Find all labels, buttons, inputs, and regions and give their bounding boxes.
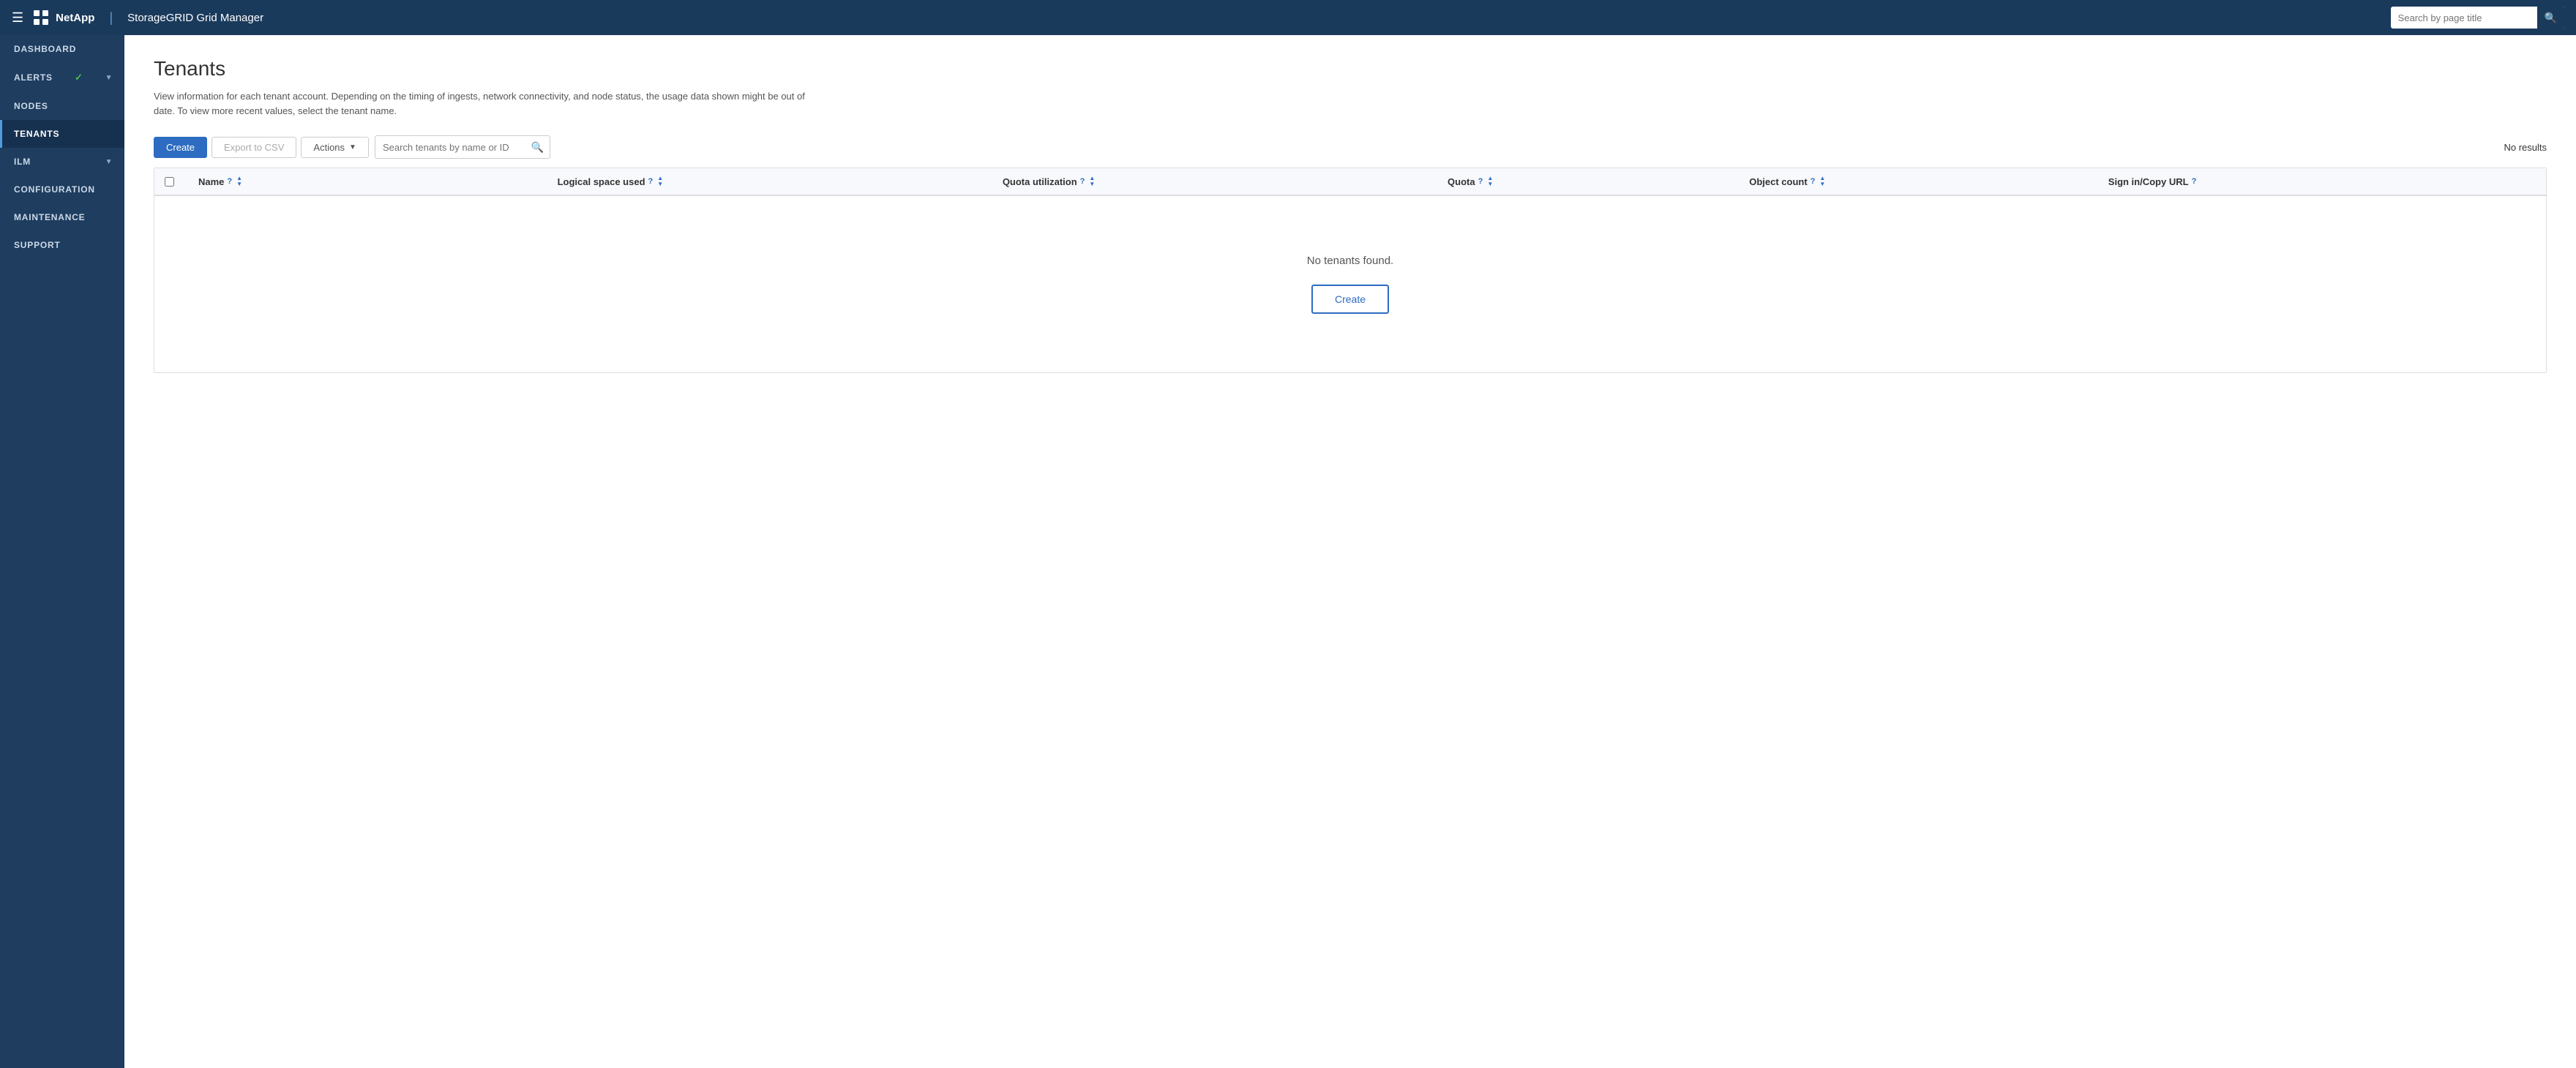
sort-down-icon: ▼ — [1819, 181, 1825, 187]
netapp-logo-icon — [32, 9, 50, 26]
page-description: View information for each tenant account… — [154, 89, 812, 118]
th-sign-in-url-label: Sign in/Copy URL — [2108, 176, 2189, 187]
navbar: ☰ NetApp | StorageGRID Grid Manager 🔍 — [0, 0, 2576, 35]
th-logical-space-label: Logical space used — [558, 176, 645, 187]
th-quota-sort[interactable]: ▲ ▼ — [1487, 176, 1493, 187]
sidebar-item-configuration[interactable]: CONFIGURATION — [0, 176, 124, 203]
th-checkbox — [154, 177, 191, 187]
layout: DASHBOARD ALERTS ✓ ▼ NODES TENANTS ILM ▼… — [0, 35, 2576, 1068]
sidebar-item-ilm[interactable]: ILM ▼ — [0, 148, 124, 176]
th-quota-utilization: Quota utilization ? ▲ ▼ — [995, 176, 1440, 187]
nav-app-title: StorageGRID Grid Manager — [127, 12, 263, 24]
toolbar: Create Export to CSV Actions ▼ 🔍 No resu… — [154, 135, 2547, 168]
ilm-chevron-icon: ▼ — [105, 158, 113, 166]
sidebar: DASHBOARD ALERTS ✓ ▼ NODES TENANTS ILM ▼… — [0, 35, 124, 1068]
sidebar-item-maintenance[interactable]: MAINTENANCE — [0, 203, 124, 231]
sidebar-item-dashboard[interactable]: DASHBOARD — [0, 35, 124, 63]
sidebar-item-support[interactable]: SUPPORT — [0, 231, 124, 259]
export-csv-button[interactable]: Export to CSV — [211, 137, 296, 158]
sort-down-icon: ▼ — [657, 181, 663, 187]
th-quota-label: Quota — [1448, 176, 1475, 187]
th-name: Name ? ▲ ▼ — [191, 176, 550, 187]
th-logical-space: Logical space used ? ▲ ▼ — [550, 176, 995, 187]
th-quota: Quota ? ▲ ▼ — [1440, 176, 1742, 187]
th-object-count-label: Object count — [1749, 176, 1807, 187]
th-quota-utilization-label: Quota utilization — [1003, 176, 1077, 187]
sort-down-icon: ▼ — [1089, 181, 1095, 187]
sort-down-icon: ▼ — [1487, 181, 1493, 187]
alerts-chevron-icon: ▼ — [105, 74, 113, 82]
th-object-count-info-icon[interactable]: ? — [1811, 177, 1816, 186]
th-sign-in-url-info-icon[interactable]: ? — [2192, 177, 2197, 186]
main-content: Tenants View information for each tenant… — [124, 35, 2576, 1068]
navbar-left: ☰ NetApp | StorageGRID Grid Manager — [12, 9, 263, 26]
actions-button[interactable]: Actions ▼ — [301, 137, 369, 158]
create-button[interactable]: Create — [154, 137, 207, 158]
table-header: Name ? ▲ ▼ Logical space used ? ▲ ▼ — [154, 168, 2546, 196]
empty-state-message: No tenants found. — [1307, 255, 1393, 267]
page-title: Tenants — [154, 57, 2547, 80]
th-object-count-sort[interactable]: ▲ ▼ — [1819, 176, 1825, 187]
alerts-status-icon: ✓ — [75, 72, 83, 83]
sidebar-item-alerts[interactable]: ALERTS ✓ ▼ — [0, 63, 124, 92]
search-tenants-box: 🔍 — [375, 135, 550, 159]
th-name-info-icon[interactable]: ? — [227, 177, 232, 186]
sort-down-icon: ▼ — [236, 181, 242, 187]
th-quota-utilization-info-icon[interactable]: ? — [1080, 177, 1085, 186]
empty-state: No tenants found. Create — [154, 196, 2546, 372]
th-logical-space-info-icon[interactable]: ? — [648, 177, 654, 186]
th-name-sort[interactable]: ▲ ▼ — [236, 176, 242, 187]
th-quota-utilization-sort[interactable]: ▲ ▼ — [1089, 176, 1095, 187]
sidebar-item-tenants[interactable]: TENANTS — [0, 120, 124, 148]
actions-label: Actions — [313, 142, 345, 153]
nav-separator: | — [109, 10, 113, 26]
sidebar-item-nodes[interactable]: NODES — [0, 92, 124, 120]
th-name-label: Name — [198, 176, 224, 187]
nav-search-input[interactable] — [2391, 12, 2537, 23]
no-results-label: No results — [2504, 142, 2547, 153]
create-tenant-empty-button[interactable]: Create — [1311, 285, 1389, 314]
select-all-checkbox[interactable] — [165, 177, 174, 187]
nav-search-button[interactable]: 🔍 — [2537, 7, 2564, 29]
th-logical-space-sort[interactable]: ▲ ▼ — [657, 176, 663, 187]
nav-search-box: 🔍 — [2391, 7, 2564, 29]
search-tenants-button[interactable]: 🔍 — [525, 141, 550, 154]
th-sign-in-url: Sign in/Copy URL ? — [2101, 176, 2546, 187]
th-object-count: Object count ? ▲ ▼ — [1742, 176, 2101, 187]
search-tenants-input[interactable] — [375, 142, 525, 153]
nav-logo: NetApp — [32, 9, 94, 26]
th-quota-info-icon[interactable]: ? — [1478, 177, 1483, 186]
logo-text: NetApp — [56, 12, 94, 24]
hamburger-icon[interactable]: ☰ — [12, 10, 23, 26]
tenants-table: Name ? ▲ ▼ Logical space used ? ▲ ▼ — [154, 168, 2547, 373]
actions-chevron-icon: ▼ — [349, 143, 356, 151]
